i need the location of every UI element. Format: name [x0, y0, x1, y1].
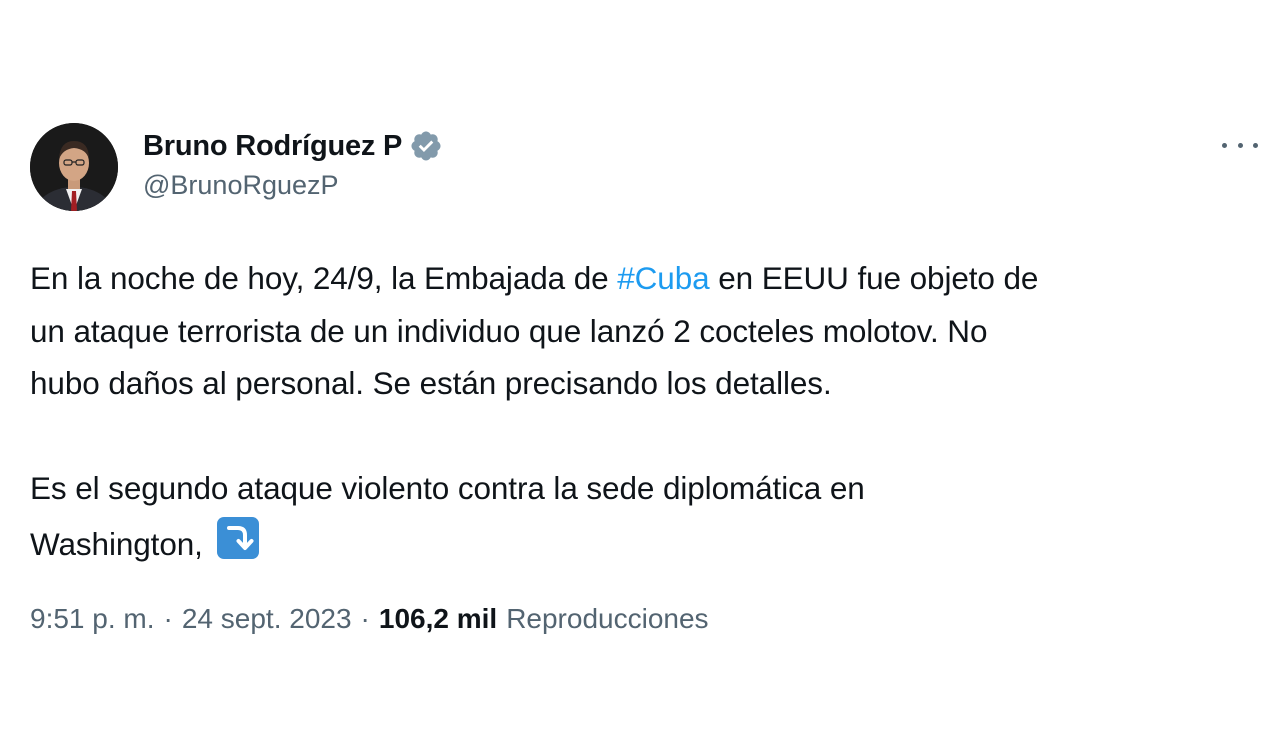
views-label: Reproducciones — [506, 603, 709, 634]
meta-separator: · — [360, 603, 370, 634]
paragraph-spacer — [30, 410, 1250, 463]
verified-badge-icon[interactable] — [409, 129, 443, 163]
more-dot — [1237, 142, 1243, 148]
tweet-text-line: un ataque terrorista de un individuo que… — [30, 312, 988, 349]
views-count: 106,2 mil — [378, 603, 498, 634]
meta-separator: · — [163, 603, 173, 634]
tweet-meta: 9:51 p. m. · 24 sept. 2023 · 106,2 mil R… — [30, 599, 709, 639]
tweet-text-line: Washington, — [30, 515, 1250, 571]
tweet-text: En la noche de hoy, 24/9, la Embajada de… — [30, 252, 1250, 570]
author-name-link[interactable]: Bruno Rodríguez P — [143, 126, 443, 166]
tweet-text-segment: en EEUU fue objeto de — [709, 260, 1039, 296]
author-handle[interactable]: @BrunoRguezP — [143, 170, 339, 201]
more-dot — [1222, 142, 1227, 148]
more-dot — [1253, 142, 1258, 148]
display-name: Bruno Rodríguez P — [143, 129, 403, 162]
tweet-time-link[interactable]: 9:51 p. m. — [30, 603, 155, 635]
tweet-card: Bruno Rodríguez P @BrunoRguezP En la noc… — [0, 0, 1280, 750]
tweet-text-line: En la noche de hoy, 24/9, la Embajada de… — [30, 252, 1250, 305]
tweet-date-link[interactable]: 24 sept. 2023 — [182, 603, 352, 635]
tweet-text-segment: En la noche de hoy, 24/9, la Embajada de — [30, 260, 618, 296]
avatar-image — [30, 123, 118, 211]
right-arrow-curving-down-icon — [215, 515, 261, 561]
tweet-text-line: hubo daños al personal. Se están precisa… — [30, 365, 832, 401]
hashtag-link[interactable]: #Cuba — [617, 260, 709, 296]
tweet-text-line: Es el segundo ataque violento contra la … — [30, 470, 865, 506]
avatar[interactable] — [30, 123, 118, 211]
tweet-text-segment: Washington, — [30, 525, 212, 562]
more-options-icon[interactable] — [1222, 133, 1258, 157]
